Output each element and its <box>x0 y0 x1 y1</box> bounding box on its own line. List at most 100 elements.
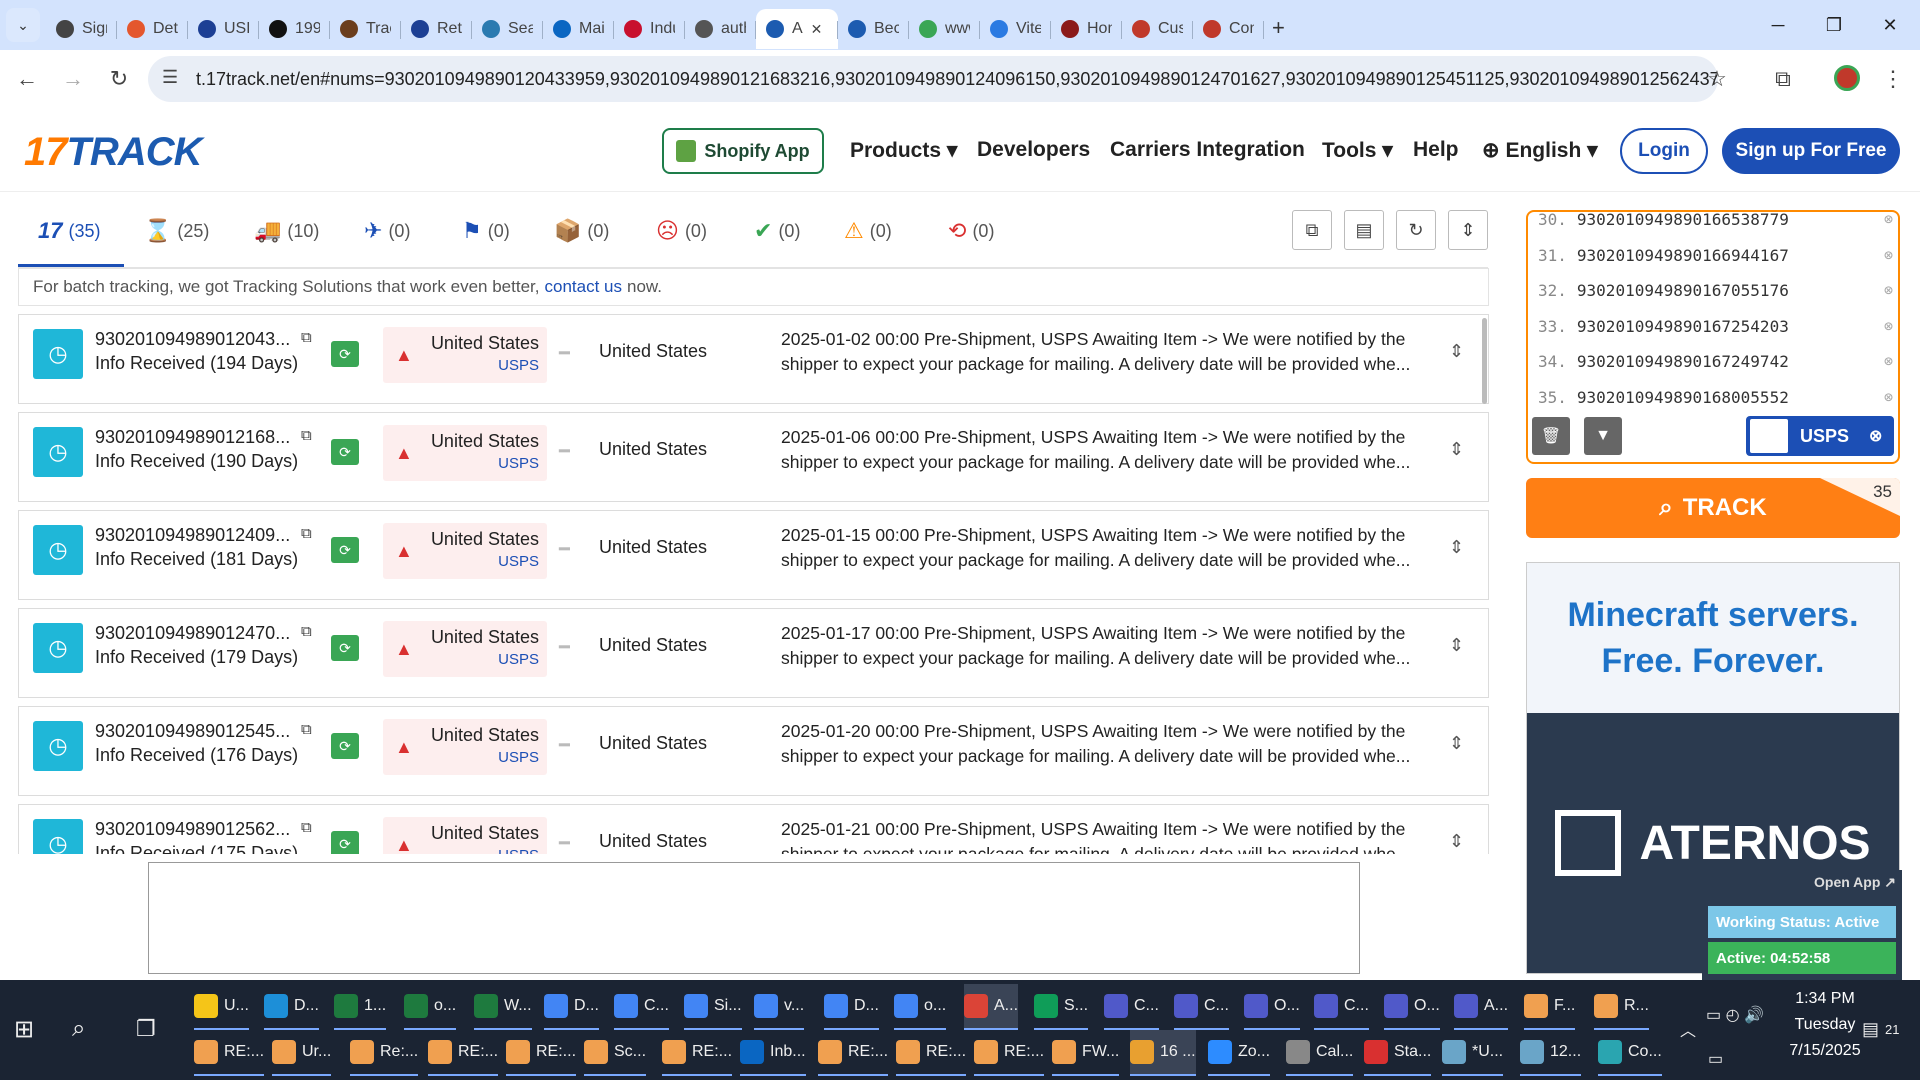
taskbar-app[interactable]: o... <box>404 984 457 1030</box>
shipment-row[interactable]: ◷ 930201094989012562... Info Received (175… <box>18 804 1489 854</box>
shipment-row[interactable]: ◷ 930201094989012168... Info Received (190… <box>18 412 1489 502</box>
tracking-number[interactable]: 930201094989012168... <box>95 427 290 448</box>
refresh-button[interactable]: ↻ <box>1396 210 1436 250</box>
taskbar-app[interactable]: FW... <box>1052 1030 1120 1076</box>
tracking-number[interactable]: 930201094989012409... <box>95 525 290 546</box>
shipment-row[interactable]: ◷ 930201094989012545... Info Received (176… <box>18 706 1489 796</box>
carrier-chip[interactable]: USPS ⊗ <box>1746 416 1894 456</box>
taskbar-app[interactable]: RE:... <box>194 1030 265 1076</box>
browser-menu-icon[interactable]: ⋮ <box>1870 66 1916 92</box>
copy-details-button[interactable]: ▤ <box>1344 210 1384 250</box>
taskbar-app[interactable]: C... <box>1314 984 1369 1030</box>
close-tab-icon[interactable]: ✕ <box>811 21 823 38</box>
copy-icon[interactable]: ⧉ <box>301 427 312 444</box>
taskbar-app[interactable]: RE:... <box>428 1030 499 1076</box>
status-tab[interactable]: ⌛ (25) <box>144 218 209 244</box>
taskbar-app[interactable]: Zo... <box>1208 1030 1271 1076</box>
taskbar-app[interactable]: 1... <box>334 984 387 1030</box>
expand-row-icon[interactable]: ⇕ <box>1449 439 1464 460</box>
taskbar-app[interactable]: Re:... <box>350 1030 419 1076</box>
copy-all-button[interactable]: ⧉ <box>1292 210 1332 250</box>
menu-carriers-integration[interactable]: Carriers Integration <box>1110 138 1305 162</box>
browser-tab[interactable]: Indus <box>614 9 685 49</box>
browser-tab[interactable]: Com <box>1193 9 1264 49</box>
task-view-icon[interactable]: ❐ <box>136 1006 156 1052</box>
carrier-name[interactable]: USPS <box>498 553 539 570</box>
carrier-name[interactable]: USPS <box>498 357 539 374</box>
sync-icon[interactable]: ⟳ <box>331 537 359 563</box>
status-tab[interactable]: ☹ (0) <box>656 218 707 244</box>
status-tab[interactable]: ⚠ (0) <box>844 218 892 244</box>
minimize-button[interactable]: ─ <box>1748 0 1808 50</box>
taskbar-app[interactable]: Sta... <box>1364 1030 1432 1076</box>
filter-button[interactable]: ▼ <box>1584 417 1622 455</box>
close-window-button[interactable]: ✕ <box>1860 0 1920 50</box>
sync-icon[interactable]: ⟳ <box>331 831 359 854</box>
address-bar[interactable]: ☰ t.17track.net/en#nums=9302010949890120… <box>148 56 1718 102</box>
login-button[interactable]: Login <box>1620 128 1708 174</box>
contact-us-link[interactable]: contact us <box>544 277 622 297</box>
browser-tab[interactable]: Detai <box>117 9 188 49</box>
taskbar-app[interactable]: C... <box>614 984 669 1030</box>
carrier-name[interactable]: USPS <box>498 651 539 668</box>
copy-icon[interactable]: ⧉ <box>301 623 312 640</box>
status-tab[interactable]: ⚑ (0) <box>462 218 510 244</box>
status-tab[interactable]: ✈ (0) <box>364 218 410 244</box>
notification-center[interactable]: ▤ 21 <box>1862 1006 1899 1052</box>
tracking-number[interactable]: 930201094989012545... <box>95 721 290 742</box>
remove-number-icon[interactable]: ⊗ <box>1884 246 1893 264</box>
new-tab-button[interactable]: + <box>1272 15 1306 41</box>
copy-icon[interactable]: ⧉ <box>301 819 312 836</box>
signup-button[interactable]: Sign up For Free <box>1722 128 1900 174</box>
browser-tab[interactable]: 199.1 <box>259 9 330 49</box>
taskbar-app[interactable]: 12... <box>1520 1030 1582 1076</box>
taskbar-app[interactable]: v... <box>754 984 805 1030</box>
taskbar-app[interactable]: F... <box>1524 984 1576 1030</box>
browser-tab[interactable]: Beco <box>838 9 909 49</box>
bookmark-star-icon[interactable]: ☆ <box>1694 66 1740 92</box>
17track-logo[interactable]: 17TRACK <box>24 130 202 175</box>
browser-tab[interactable]: Mail <box>543 9 614 49</box>
taskbar-app[interactable]: Cal... <box>1286 1030 1354 1076</box>
browser-tab[interactable]: auth. <box>685 9 756 49</box>
taskbar-app[interactable]: Co... <box>1598 1030 1662 1076</box>
browser-tab[interactable]: A ✕ <box>756 9 838 49</box>
remove-number-icon[interactable]: ⊗ <box>1884 317 1893 335</box>
track-button[interactable]: ⌕ TRACK 35 <box>1526 478 1900 538</box>
shipment-row[interactable]: ◷ 930201094989012409... Info Received (181… <box>18 510 1489 600</box>
browser-tab[interactable]: www <box>909 9 980 49</box>
tracking-number[interactable]: 930201094989012043... <box>95 329 290 350</box>
menu-developers[interactable]: Developers <box>977 138 1090 162</box>
copy-icon[interactable]: ⧉ <box>301 721 312 738</box>
site-info-icon[interactable]: ☰ <box>162 67 178 88</box>
taskbar-app[interactable]: R... <box>1594 984 1649 1030</box>
list-scrollbar[interactable] <box>1482 318 1487 404</box>
expand-row-icon[interactable]: ⇕ <box>1449 635 1464 656</box>
tracking-number[interactable]: 930201094989012562... <box>95 819 290 840</box>
taskbar-app[interactable]: C... <box>1174 984 1229 1030</box>
taskbar-app[interactable]: RE:... <box>506 1030 577 1076</box>
remove-number-icon[interactable]: ⊗ <box>1884 352 1893 370</box>
search-icon[interactable]: ⌕ <box>72 1006 85 1052</box>
expand-row-icon[interactable]: ⇕ <box>1449 831 1464 852</box>
profile-avatar[interactable] <box>1834 65 1860 91</box>
taskbar-app[interactable]: RE:... <box>974 1030 1045 1076</box>
shipment-row[interactable]: ◷ 930201094989012470... Info Received (179… <box>18 608 1489 698</box>
expand-row-icon[interactable]: ⇕ <box>1449 537 1464 558</box>
copy-icon[interactable]: ⧉ <box>301 525 312 542</box>
network-icon[interactable]: ▭ <box>1708 1036 1723 1080</box>
taskbar-app[interactable]: O... <box>1384 984 1440 1030</box>
taskbar-app[interactable]: A... <box>964 984 1019 1030</box>
taskbar-app[interactable]: RE:... <box>662 1030 733 1076</box>
taskbar-app[interactable]: D... <box>264 984 319 1030</box>
expand-row-icon[interactable]: ⇕ <box>1449 341 1464 362</box>
carrier-name[interactable]: USPS <box>498 847 539 854</box>
taskbar-app[interactable]: RE:... <box>818 1030 889 1076</box>
expand-collapse-button[interactable]: ⇕ <box>1448 210 1488 250</box>
taskbar-app[interactable]: W... <box>474 984 532 1030</box>
browser-tab[interactable]: Sign i <box>46 9 117 49</box>
taskbar-app[interactable]: Si... <box>684 984 742 1030</box>
extensions-icon[interactable]: ⧉ <box>1760 66 1806 92</box>
maximize-button[interactable]: ❐ <box>1804 0 1864 50</box>
status-tab[interactable]: 📦 (0) <box>554 218 609 244</box>
